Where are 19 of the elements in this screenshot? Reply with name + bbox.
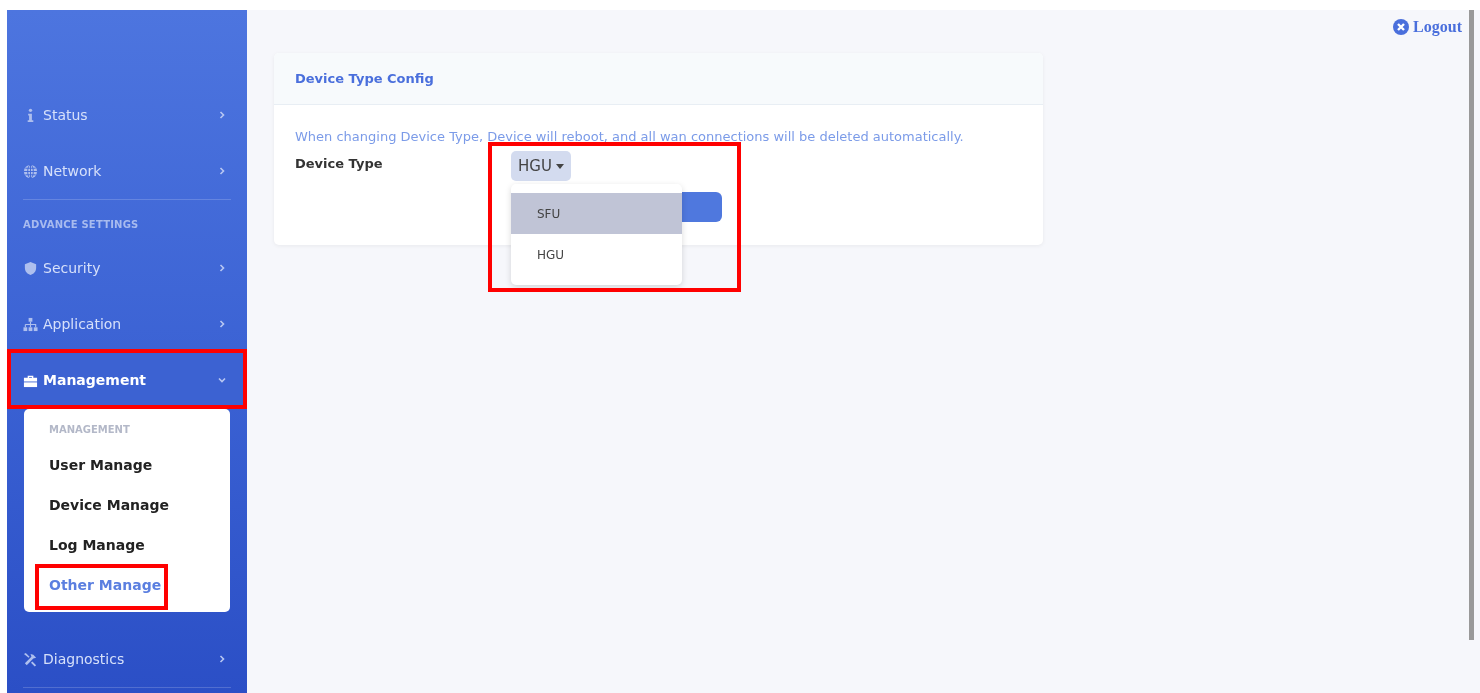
dropdown-option[interactable]: SFU	[511, 193, 682, 234]
submenu-item[interactable]: Other Manage	[49, 577, 162, 593]
dropdown-option[interactable]: HGU	[511, 234, 682, 275]
submenu-header: MANAGEMENT	[48, 424, 131, 435]
submenu-item[interactable]: Log Manage	[49, 537, 145, 553]
section-header: ADVANCE SETTINGS	[22, 218, 140, 232]
device-type-dropdown[interactable]: HGU	[511, 151, 571, 181]
notice-text: When changing Device Type, Device will reboot, and all wan connections will be deleted automatically.	[295, 129, 965, 144]
field-label: Device Type	[295, 155, 384, 171]
card-title: Device Type Config	[295, 71, 434, 86]
nav-item[interactable]: Network	[7, 143, 247, 199]
logout-link[interactable]: Logout	[1393, 18, 1462, 36]
nav-item[interactable]: Application	[7, 296, 247, 352]
submenu-item[interactable]: Device Manage	[49, 497, 170, 513]
nav-item[interactable]: Security	[7, 240, 247, 296]
submenu-item[interactable]: User Manage	[49, 457, 153, 473]
nav-item[interactable]: Management	[7, 352, 247, 408]
nav-item[interactable]: Diagnostics	[7, 631, 247, 687]
nav-item[interactable]: Status	[7, 87, 247, 143]
